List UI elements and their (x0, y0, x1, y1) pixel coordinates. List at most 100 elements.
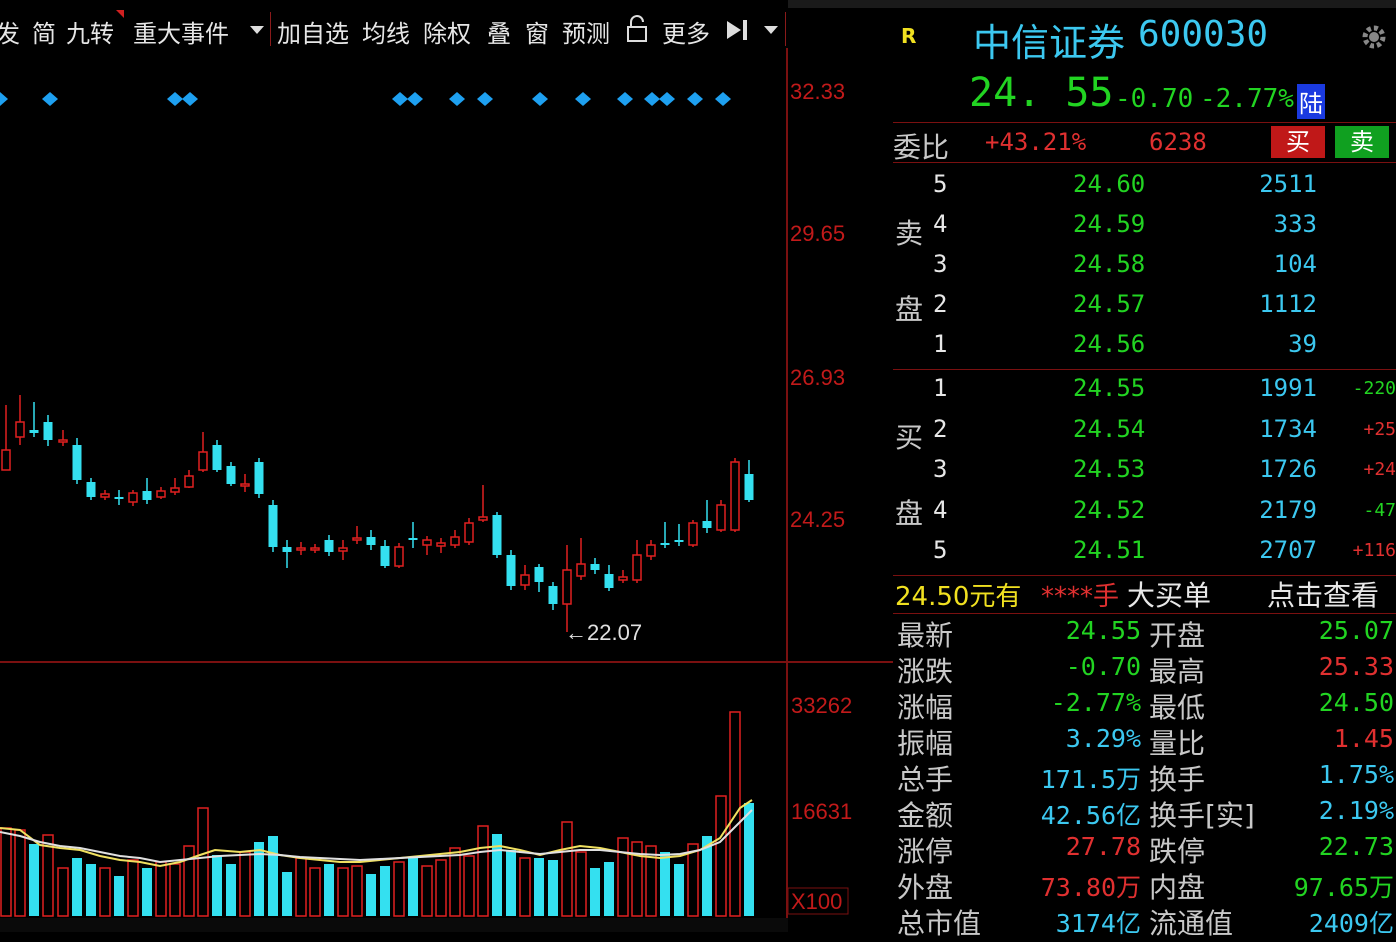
level-number: 3 (933, 250, 948, 278)
chevron-down-icon[interactable] (250, 26, 264, 34)
volume-bar-down (324, 864, 334, 916)
level-delta: +116 (1352, 540, 1396, 561)
chevron-down-icon[interactable] (764, 26, 778, 34)
volume-bar-up (309, 867, 321, 917)
lock-icon[interactable] (624, 14, 650, 44)
signal-diamond (715, 92, 731, 106)
toolbar-jiuzhuan[interactable]: 九转 (66, 14, 114, 49)
toolbar-fa[interactable]: 发 (0, 14, 20, 49)
candle (744, 460, 754, 502)
volume-bar-up (0, 827, 12, 917)
candle (422, 536, 432, 555)
stat-value: 24.50 (1318, 688, 1394, 717)
candle (142, 478, 152, 504)
level-price: 24.59 (1073, 210, 1146, 238)
kline-chart[interactable]: 32.33 29.65 26.93 24.25 ←22.07 33262 166… (0, 48, 893, 932)
stat-label: 换手 (1149, 763, 1206, 796)
candle (198, 432, 208, 472)
candle (380, 540, 390, 568)
candle (86, 478, 96, 500)
candle (632, 540, 642, 583)
buy-button[interactable]: 买 (1271, 126, 1325, 158)
level-volume: 2511 (1259, 170, 1317, 198)
stat-label: 涨停 (897, 835, 954, 868)
toolbar-simplified[interactable]: 简 (32, 14, 56, 49)
toolbar-divider (785, 12, 786, 46)
market-tag: 陆 (1297, 84, 1325, 119)
volume-bar-up (183, 845, 195, 917)
candle (702, 500, 712, 533)
price-axis-label: 24.25 (790, 507, 845, 532)
volume-bar-up (435, 859, 447, 917)
candle (212, 440, 222, 472)
level-number: 4 (933, 495, 948, 524)
divider (893, 122, 1396, 123)
stat-label: 开盘 (1149, 619, 1206, 652)
toolbar-major-events[interactable]: 重大事件 (133, 14, 229, 49)
toolbar-overlay[interactable]: 叠 (487, 14, 511, 49)
level-volume: 2179 (1259, 495, 1317, 524)
level-price: 24.57 (1073, 290, 1146, 318)
toolbar-ex-rights[interactable]: 除权 (423, 14, 471, 49)
toolbar-add-watchlist[interactable]: 加自选 (277, 14, 349, 49)
stat-value: 22.73 (1318, 832, 1394, 861)
ask-side-label: 盘 (895, 293, 924, 326)
toolbar-more[interactable]: 更多 (662, 14, 710, 49)
big-order-price: 24.50元有 (895, 582, 1022, 612)
volume-bar-down (282, 872, 292, 916)
candle (58, 430, 68, 446)
toolbar-window[interactable]: 窗 (525, 14, 549, 49)
stat-label: 最低 (1149, 691, 1206, 724)
volume-bar-down (268, 836, 278, 916)
last-price: 24. 55 (969, 70, 1114, 116)
sell-button[interactable]: 卖 (1335, 126, 1389, 158)
stat-value: 1.75% (1318, 760, 1394, 789)
level-delta: -47 (1363, 499, 1396, 521)
volume-bar-down (744, 803, 754, 916)
level-volume: 1734 (1259, 414, 1317, 443)
divider (893, 613, 1396, 614)
volume-bar-up (295, 857, 307, 917)
skip-to-end-icon[interactable] (724, 18, 752, 42)
volume-bar-up (463, 855, 475, 917)
price-axis-label: 32.33 (790, 79, 845, 104)
stat-value: 2.19% (1318, 796, 1394, 825)
stat-label: 外盘 (897, 871, 954, 904)
volume-bar-down (366, 874, 376, 916)
level-number: 5 (933, 536, 948, 564)
volume-bar-up (575, 851, 587, 917)
level-price: 24.51 (1073, 536, 1146, 564)
volume-bar-up (351, 865, 363, 917)
level-volume: 1112 (1259, 290, 1317, 318)
toolbar-forecast[interactable]: 预测 (562, 14, 610, 49)
signal-diamond (644, 92, 660, 106)
volume-bar-up (687, 843, 699, 917)
toolbar-moving-average[interactable]: 均线 (362, 14, 410, 49)
big-order-link[interactable]: 点击查看 (1267, 574, 1379, 614)
candle (240, 474, 250, 492)
signal-diamond (687, 92, 703, 106)
price-change: -0.70 (1115, 84, 1194, 114)
candle (492, 512, 502, 558)
candle (730, 458, 740, 532)
volume-bar-down (86, 864, 96, 916)
chart-toolbar: 发 简 九转 重大事件 加自选 均线 除权 叠 窗 预测 更多 (0, 0, 788, 48)
level-number: 3 (933, 455, 948, 483)
stat-label: 总手 (897, 763, 954, 796)
level-delta: -220 (1352, 378, 1396, 399)
toolbar-divider (270, 12, 271, 46)
candle (282, 540, 292, 568)
volume-unit-label: X100 (791, 889, 842, 914)
candle (464, 518, 474, 545)
candle (506, 550, 516, 590)
level-volume: 333 (1273, 210, 1317, 238)
candle (156, 487, 166, 499)
stat-value: 24.55 (1065, 616, 1141, 645)
volume-bar-down (660, 852, 670, 916)
stock-code: 600030 (1138, 14, 1269, 55)
level-price: 24.60 (1073, 170, 1146, 198)
gear-icon[interactable] (1359, 22, 1389, 52)
level-volume: 104 (1273, 250, 1317, 278)
stat-value: 171.5万 (1040, 765, 1141, 794)
bottom-tab-strip[interactable] (0, 918, 788, 932)
